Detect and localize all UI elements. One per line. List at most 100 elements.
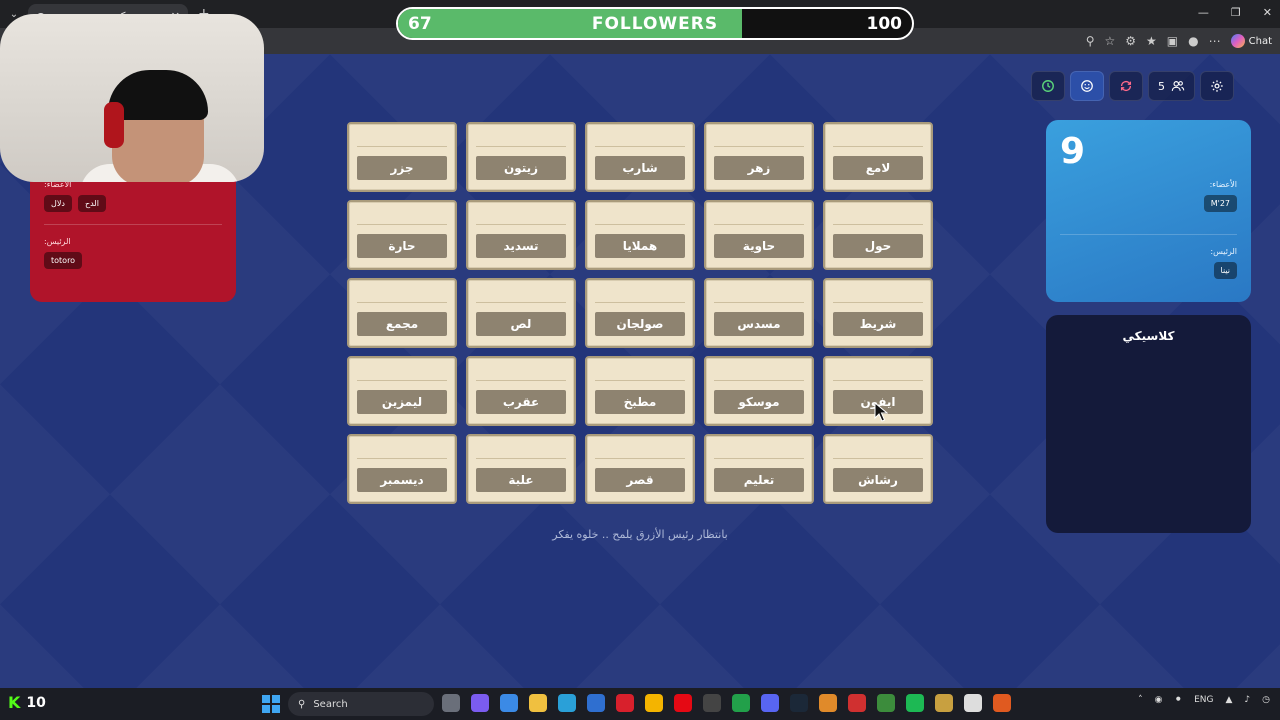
- app-icon[interactable]: [819, 694, 837, 712]
- word-card[interactable]: جزر: [347, 122, 457, 192]
- blue-members-list: M'27: [1060, 195, 1237, 212]
- opera-icon[interactable]: [616, 694, 634, 712]
- word-card[interactable]: هملايا: [585, 200, 695, 270]
- headphone-icon: [104, 102, 124, 148]
- mouse-cursor-icon: [874, 402, 888, 422]
- taskbar-search[interactable]: ⚲ Search: [288, 692, 434, 716]
- edge-icon[interactable]: [558, 694, 576, 712]
- profile-avatar[interactable]: ●: [1188, 34, 1198, 48]
- word-card[interactable]: لامع: [823, 122, 933, 192]
- chat-button[interactable]: Chat: [1230, 34, 1272, 48]
- steam-icon[interactable]: [790, 694, 808, 712]
- chat-label: Chat: [1248, 35, 1272, 47]
- clock-tray[interactable]: ◷: [1262, 695, 1270, 705]
- word-card[interactable]: ليمزين: [347, 356, 457, 426]
- word-card[interactable]: شارب: [585, 122, 695, 192]
- card-divider: [357, 458, 447, 459]
- red-member-chip: دلال: [44, 195, 72, 212]
- search-icon: ⚲: [298, 698, 306, 710]
- followers-label: FOLLOWERS: [591, 14, 719, 34]
- blue-leader-chip: نينا: [1213, 262, 1237, 279]
- game-status-text: بانتظار رئيس الأزرق يلمح .. خلوه يفكر: [552, 528, 728, 541]
- task-view-icon[interactable]: [442, 694, 460, 712]
- card-divider: [476, 146, 566, 147]
- word-card[interactable]: مطبخ: [585, 356, 695, 426]
- tray-chevron-icon[interactable]: ˄: [1138, 695, 1143, 705]
- word-card[interactable]: موسكو: [704, 356, 814, 426]
- volume-icon[interactable]: ♪: [1244, 695, 1250, 705]
- minimize-icon[interactable]: —: [1198, 6, 1209, 19]
- players-button[interactable]: 5: [1148, 71, 1195, 101]
- word-card[interactable]: مجمع: [347, 278, 457, 348]
- collections-icon[interactable]: ▣: [1167, 34, 1178, 48]
- word-card[interactable]: علبة: [466, 434, 576, 504]
- network-icon[interactable]: ◉: [1155, 695, 1163, 705]
- blue-members-label: :الأعضاء: [1209, 180, 1237, 189]
- card-word: قصر: [595, 468, 685, 492]
- discord-icon[interactable]: [761, 694, 779, 712]
- card-word: زهر: [714, 156, 804, 180]
- card-divider: [476, 458, 566, 459]
- word-card[interactable]: زيتون: [466, 122, 576, 192]
- netflix-icon[interactable]: [674, 694, 692, 712]
- word-card[interactable]: قصر: [585, 434, 695, 504]
- store-icon[interactable]: [500, 694, 518, 712]
- app-icon[interactable]: [645, 694, 663, 712]
- card-word: شارب: [595, 156, 685, 180]
- word-card[interactable]: حول: [823, 200, 933, 270]
- blue-divider: [1060, 234, 1237, 235]
- word-card[interactable]: حاوية: [704, 200, 814, 270]
- card-word: صولجان: [595, 312, 685, 336]
- search-label: Search: [313, 698, 348, 710]
- card-divider: [595, 380, 685, 381]
- blue-team-panel: 9 :الأعضاء M'27 :الرئيس نينا: [1046, 120, 1251, 302]
- kick-viewer-widget: K 10: [8, 693, 46, 712]
- red-members-list: دلال الدح: [44, 195, 222, 212]
- app-icon[interactable]: [935, 694, 953, 712]
- app-icon[interactable]: [993, 694, 1011, 712]
- more-menu-icon[interactable]: ⋯: [1209, 34, 1221, 48]
- copilot-app-icon[interactable]: [471, 694, 489, 712]
- card-word: ديسمبر: [357, 468, 447, 492]
- word-card[interactable]: شريط: [823, 278, 933, 348]
- bookmark-star-icon[interactable]: ☆: [1105, 34, 1116, 48]
- favorites-icon[interactable]: ★: [1146, 34, 1157, 48]
- card-divider: [595, 146, 685, 147]
- spotify-icon[interactable]: [906, 694, 924, 712]
- language-indicator[interactable]: ENG: [1194, 695, 1213, 705]
- word-card[interactable]: ديسمبر: [347, 434, 457, 504]
- word-card[interactable]: تعليم: [704, 434, 814, 504]
- card-word: جزر: [357, 156, 447, 180]
- settings-button[interactable]: [1200, 71, 1234, 101]
- app-icon[interactable]: [964, 694, 982, 712]
- app-icon[interactable]: [703, 694, 721, 712]
- timer-button[interactable]: [1031, 71, 1065, 101]
- word-card[interactable]: حارة: [347, 200, 457, 270]
- close-window-icon[interactable]: ✕: [1263, 6, 1272, 19]
- refresh-button[interactable]: [1109, 71, 1143, 101]
- zoom-icon[interactable]: ⚲: [1086, 34, 1095, 48]
- red-leader-label: :الرئيس: [44, 237, 71, 246]
- mic-icon[interactable]: ⚫: [1175, 695, 1183, 705]
- app-icon[interactable]: [848, 694, 866, 712]
- word-card[interactable]: لص: [466, 278, 576, 348]
- word-card[interactable]: رشاش: [823, 434, 933, 504]
- word-card[interactable]: صولجان: [585, 278, 695, 348]
- file-explorer-icon[interactable]: [529, 694, 547, 712]
- word-card[interactable]: زهر: [704, 122, 814, 192]
- minecraft-icon[interactable]: [877, 694, 895, 712]
- word-card[interactable]: تسديد: [466, 200, 576, 270]
- card-word: لامع: [833, 156, 923, 180]
- card-divider: [714, 458, 804, 459]
- wifi-icon[interactable]: ▲: [1225, 695, 1232, 705]
- gear-icon: [1211, 80, 1223, 92]
- emoji-button[interactable]: [1070, 71, 1104, 101]
- xbox-icon[interactable]: [732, 694, 750, 712]
- windows-start-icon[interactable]: [262, 695, 280, 713]
- word-card[interactable]: مسدس: [704, 278, 814, 348]
- restore-icon[interactable]: ❐: [1231, 6, 1241, 19]
- blue-team-score: 9: [1060, 131, 1086, 172]
- word-card[interactable]: عقرب: [466, 356, 576, 426]
- extensions-icon[interactable]: ⚙: [1125, 34, 1136, 48]
- mail-icon[interactable]: [587, 694, 605, 712]
